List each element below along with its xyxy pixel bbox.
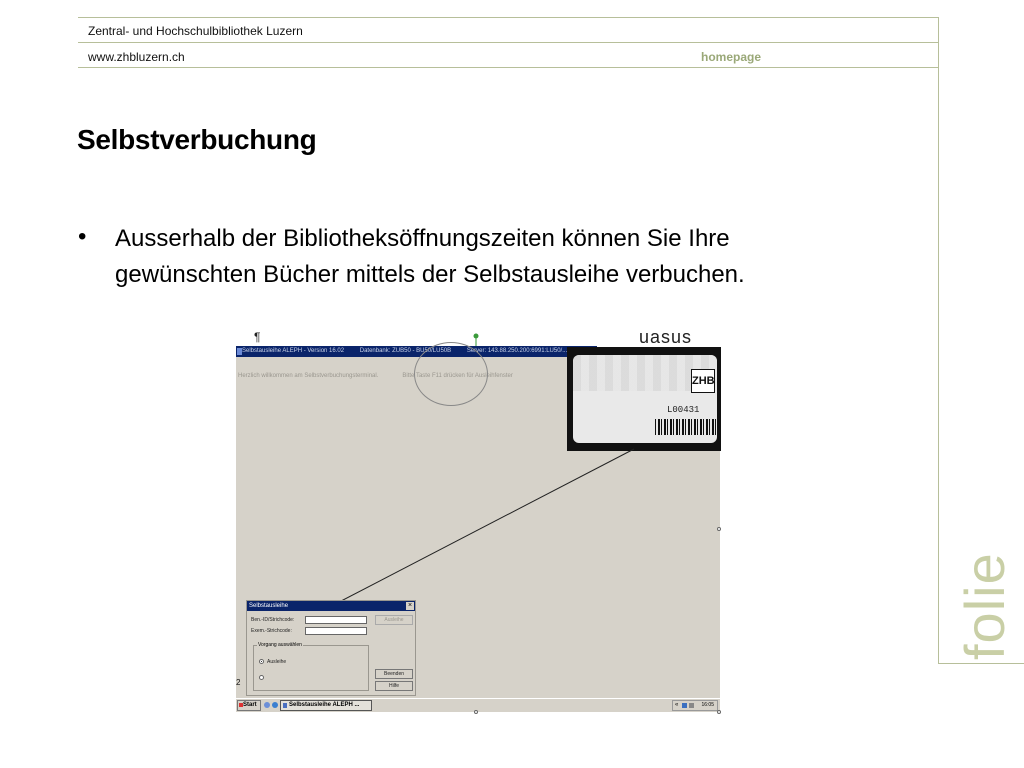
- barcode-icon: [655, 419, 717, 435]
- tray-expand-icon[interactable]: «: [675, 701, 678, 710]
- pilcrow-mark: ¶: [254, 330, 261, 344]
- desktop-icon[interactable]: [264, 702, 270, 708]
- frame-right-rule: [938, 17, 939, 664]
- kiosk-server: Server: 143.88.250.200:6991:LU50/...: [466, 348, 568, 354]
- patron-id-label: Ben.-ID/Strichcode:: [251, 617, 295, 623]
- radio-checkout[interactable]: [259, 659, 264, 664]
- tray-clock: 16:05: [701, 702, 714, 708]
- taskbar-task[interactable]: Selbstausleihe ALEPH ...: [280, 700, 372, 711]
- highlight-circle: [414, 342, 488, 406]
- bullet-text: Ausserhalb der Bibliotheksöffnungszeiten…: [115, 225, 745, 288]
- header-bottom-rule: [78, 67, 939, 68]
- action-group: [253, 645, 369, 691]
- rotation-handle[interactable]: [473, 333, 479, 339]
- windows-flag-icon: [239, 703, 243, 707]
- end-button[interactable]: Beenden: [375, 669, 413, 679]
- item-barcode-label: Exem.-Strichcode:: [251, 628, 292, 634]
- slide-title: Selbstverbuchung: [77, 124, 317, 155]
- header-middle-rule: [78, 42, 939, 43]
- windows-taskbar: Start Selbstausleihe ALEPH ... « 16:05: [236, 698, 720, 712]
- help-button[interactable]: Hilfe: [375, 681, 413, 691]
- item-barcode-input[interactable]: [305, 627, 367, 635]
- website-url: www.zhbluzern.ch: [88, 50, 185, 64]
- resize-handle-bottom[interactable]: [474, 710, 478, 714]
- action-group-label: Vorgang auswählen: [257, 642, 303, 648]
- left-edge-mark: 2: [236, 678, 241, 687]
- card-strip-text: uasus: [639, 333, 693, 347]
- dialog-titlebar: Selbstausleihe ×: [247, 601, 415, 611]
- radio-checkout-label: Ausleihe: [267, 659, 287, 665]
- homepage-link[interactable]: homepage: [701, 50, 761, 64]
- institution-name: Zentral- und Hochschulbibliothek Luzern: [88, 24, 303, 38]
- library-card-photo: ZHB L00431: [567, 347, 721, 451]
- resize-handle-right[interactable]: [717, 527, 721, 531]
- start-label: Start: [243, 702, 257, 708]
- frame-right-foot: [938, 663, 1024, 664]
- checkout-dialog: Selbstausleihe × Ben.-ID/Strichcode: Exe…: [246, 600, 416, 696]
- resize-handle-corner[interactable]: [717, 710, 721, 714]
- checkout-button[interactable]: Ausleihe: [375, 615, 413, 625]
- kiosk-welcome: Herzlich willkommen am Selbstverbuchungs…: [238, 373, 379, 379]
- bullet-marker: •: [78, 223, 87, 250]
- volume-icon[interactable]: [689, 703, 694, 708]
- browser-icon[interactable]: [272, 702, 278, 708]
- app-icon: [237, 348, 242, 355]
- network-icon[interactable]: [682, 703, 687, 708]
- start-button[interactable]: Start: [237, 700, 261, 711]
- dialog-close-button[interactable]: ×: [406, 602, 414, 610]
- dialog-title: Selbstausleihe: [249, 603, 289, 609]
- radio-other[interactable]: [259, 675, 264, 680]
- library-card: ZHB L00431: [573, 355, 717, 443]
- side-label: folie: [953, 552, 1016, 660]
- card-logo: ZHB: [691, 369, 715, 393]
- taskbar-task-label: Selbstausleihe ALEPH ...: [289, 702, 360, 708]
- header-top-rule: [78, 17, 939, 18]
- kiosk-app-title: Selbstausleihe ALEPH - Version 16.02: [242, 348, 345, 354]
- card-number: L00431: [667, 405, 700, 415]
- card-top-strip: uasus: [597, 333, 721, 347]
- patron-id-input[interactable]: [305, 616, 367, 624]
- task-app-icon: [283, 703, 287, 708]
- system-tray: « 16:05: [672, 700, 718, 711]
